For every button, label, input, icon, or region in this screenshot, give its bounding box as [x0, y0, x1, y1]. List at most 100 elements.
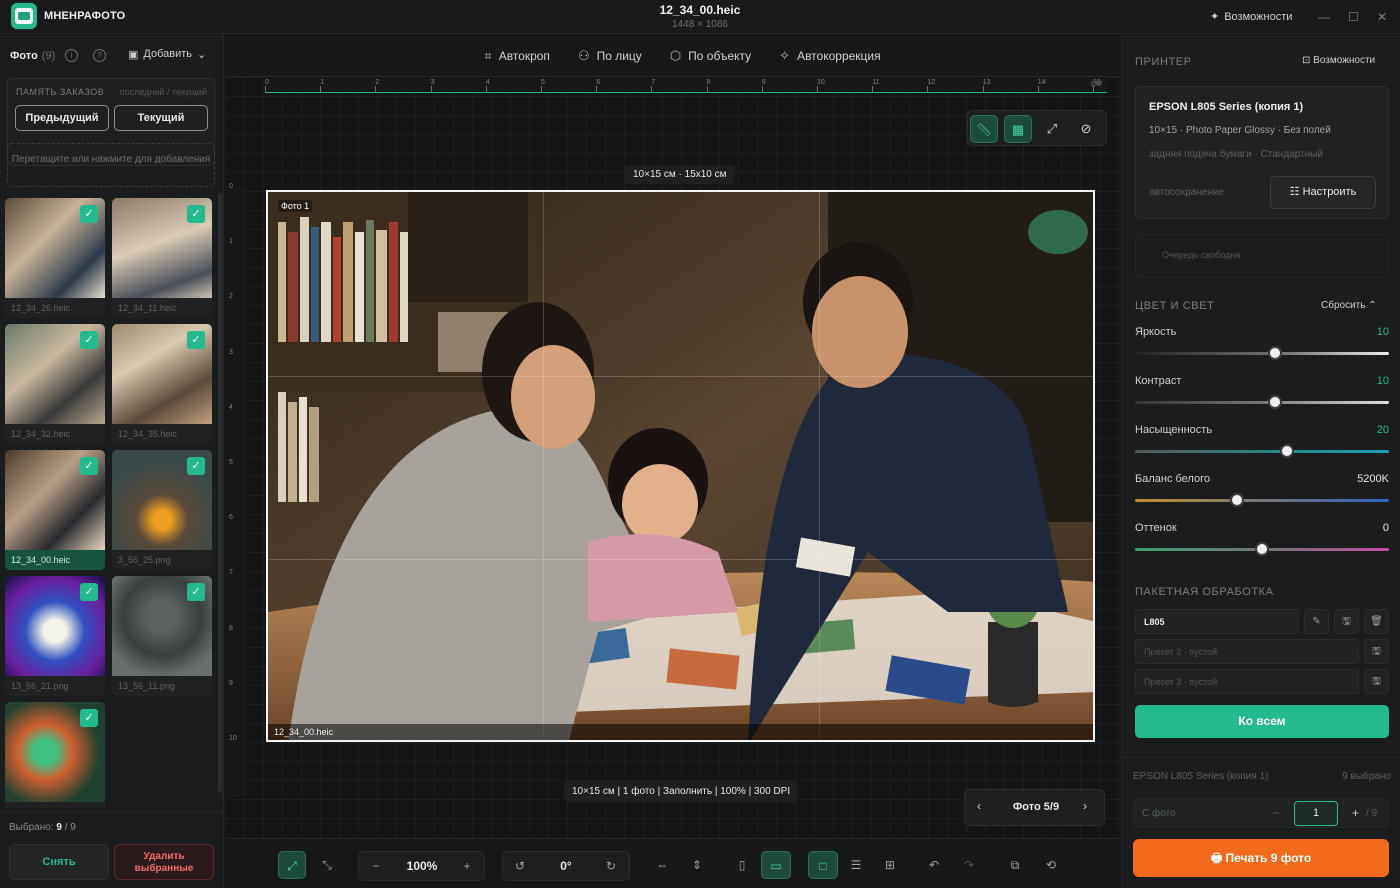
hide-icon[interactable]: ⊘ [1072, 115, 1100, 143]
sliders-icon: ☷ [1289, 186, 1300, 198]
check-icon: ✓ [187, 205, 205, 223]
ruler-tick-label: 12 [927, 79, 936, 86]
copies-input[interactable]: 1 [1294, 801, 1338, 826]
footer-selected: 9 выбрано [1342, 771, 1391, 782]
thumbnail[interactable]: ✓ 13_56_11.png [112, 576, 212, 696]
save-icon[interactable]: 🖫︎ [1364, 639, 1389, 664]
thumbnail[interactable]: ✓ [5, 702, 105, 808]
preset-2[interactable]: Пресет 2 · пустой [1135, 639, 1359, 664]
maximize-button[interactable]: ☐ [1348, 10, 1359, 24]
check-icon: ✓ [187, 331, 205, 349]
add-button[interactable]: ▣ Добавить ⌄ [128, 48, 206, 61]
slider-track[interactable] [1135, 346, 1389, 360]
thumbnail[interactable]: ✓ 12_34_26.heic [5, 198, 105, 318]
edit-icon[interactable]: ✎ [1304, 609, 1329, 634]
next-page-icon[interactable]: › [1083, 799, 1087, 813]
object-crop-button[interactable]: ⬡ По объекту [670, 48, 751, 64]
increment-icon[interactable]: + [1352, 806, 1359, 820]
drop-zone[interactable]: Перетащите или нажмите для добавления [7, 143, 215, 187]
flip-horizontal-icon[interactable]: ⇔ [648, 851, 676, 879]
slider-track[interactable] [1135, 493, 1389, 507]
info-icon[interactable]: i [65, 49, 78, 62]
help-icon[interactable]: ? [93, 49, 106, 62]
slider-knob[interactable] [1267, 395, 1282, 409]
zoom-out-icon[interactable]: − [363, 852, 389, 880]
thumbnail[interactable]: ✓ 3_56_25.png [112, 450, 212, 570]
grid-toggle-icon[interactable]: ▦ [1004, 115, 1032, 143]
photo-preview[interactable]: Фото 1 12_34_00.heic [266, 190, 1095, 742]
ruler-tick-label: 0 [229, 183, 233, 190]
prev-page-icon[interactable]: ‹ [977, 799, 981, 813]
four-layout-icon[interactable]: ⊞ [876, 851, 904, 879]
undo-icon[interactable]: ↶ [921, 851, 947, 879]
decrement-icon[interactable]: − [1272, 806, 1279, 820]
save-icon[interactable]: 🖫︎ [1364, 669, 1389, 694]
shrink-icon[interactable]: ⤡ [313, 851, 341, 879]
slider-knob[interactable] [1267, 346, 1282, 360]
ruler-tick-label: 3 [430, 79, 435, 86]
unselect-button[interactable]: Снять [9, 844, 109, 880]
slider-value: 20 [1376, 424, 1389, 436]
configure-button[interactable]: ☷ Настроить [1270, 176, 1376, 209]
slider-label: Баланс белого [1135, 473, 1210, 485]
previous-button[interactable]: Предыдущий [15, 105, 109, 131]
fullscreen-icon[interactable]: ⤢ [1038, 115, 1066, 143]
slider-0[interactable]: Яркость 10 [1135, 326, 1389, 360]
reset-button[interactable]: Сбросить ⌃ [1321, 300, 1377, 311]
close-button[interactable]: ✕ [1377, 10, 1387, 24]
single-layout-icon[interactable]: □ [808, 851, 838, 879]
zoom-in-icon[interactable]: + [454, 852, 480, 880]
autocorrect-button[interactable]: ✧ Автокоррекция [779, 48, 880, 64]
slider-track[interactable] [1135, 542, 1389, 556]
preset-3[interactable]: Пресет 3 · пустой [1135, 669, 1359, 694]
slider-3[interactable]: Баланс белого 5200K [1135, 473, 1389, 507]
slider-label: Контраст [1135, 375, 1182, 387]
fit-icon[interactable]: ⤢ [278, 851, 306, 879]
slider-4[interactable]: Оттенок 0 [1135, 522, 1389, 556]
slider-knob[interactable] [1229, 493, 1244, 507]
apply-all-button[interactable]: Ко всем [1135, 705, 1389, 738]
print-button[interactable]: 🖶︎ Печать 9 фото [1133, 839, 1389, 877]
slider-knob[interactable] [1280, 444, 1295, 458]
autocrop-button[interactable]: ⌗ Автокроп [484, 48, 550, 64]
printer-features-button[interactable]: ⊡ Возможности [1302, 55, 1375, 66]
two-layout-icon[interactable]: ☰ [842, 851, 870, 879]
scrollbar[interactable] [218, 193, 222, 793]
ruler-toggle-icon[interactable]: 📏︎ [970, 115, 998, 143]
current-button[interactable]: Текущий [114, 105, 208, 131]
thumbnail[interactable]: ✓ 12_34_35.heic [112, 324, 212, 444]
delete-icon[interactable]: 🗑︎ [1364, 609, 1389, 634]
memory-title: ПАМЯТЬ ЗАКАЗОВ [16, 87, 105, 97]
thumbnail[interactable]: ✓ 12_34_00.heic [5, 450, 105, 570]
rotate-left-icon[interactable]: ↺ [507, 852, 533, 880]
redo-icon[interactable]: ↷ [956, 851, 982, 879]
portrait-icon[interactable]: ▯ [728, 851, 756, 879]
slider-2[interactable]: Насыщенность 20 [1135, 424, 1389, 458]
duplicate-icon[interactable]: ⧉ [1002, 851, 1028, 879]
flip-vertical-icon[interactable]: ⇕ [683, 851, 711, 879]
app-logo [11, 3, 37, 29]
thumbnail[interactable]: ✓ 13_56_21.png [5, 576, 105, 696]
rotate-right-icon[interactable]: ↻ [598, 852, 624, 880]
face-crop-button[interactable]: ⚇ По лицу [578, 48, 642, 64]
thumbnail[interactable]: ✓ 12_34_32.heic [5, 324, 105, 444]
slider-knob[interactable] [1255, 542, 1269, 556]
features-button[interactable]: ✦ Возможности [1210, 10, 1292, 24]
landscape-icon[interactable]: ▭ [761, 851, 791, 879]
minimize-button[interactable]: — [1318, 10, 1330, 24]
slider-track[interactable] [1135, 395, 1389, 409]
preset-1[interactable]: L805 [1135, 609, 1299, 634]
slider-track[interactable] [1135, 444, 1389, 458]
ruler-tick-label: 9 [761, 79, 766, 86]
chevron-down-icon: ⌄ [197, 49, 207, 61]
ruler-tick [872, 86, 874, 93]
person-icon: ⚇ [577, 47, 590, 63]
thumbnail-grid: ✓ 12_34_26.heic ✓ 12_34_11.heic ✓ 12_34_32.… [5, 198, 215, 808]
slider-1[interactable]: Контраст 10 [1135, 375, 1389, 409]
reset-icon[interactable]: ⟲ [1038, 851, 1064, 879]
print-footer: EPSON L805 Series (копия 1) 9 выбрано С … [1122, 757, 1400, 888]
canvas[interactable]: 0 1 2 3 4 5 6 7 8 9 10 11 12 13 14 15 СМ 0 1 2 3 4 5 6 7 8 9 10 📏︎… [225, 77, 1120, 837]
save-icon[interactable]: 🖫︎ [1334, 609, 1359, 634]
delete-selected-button[interactable]: Удалить выбранные [114, 844, 214, 880]
thumbnail[interactable]: ✓ 12_34_11.heic [112, 198, 212, 318]
